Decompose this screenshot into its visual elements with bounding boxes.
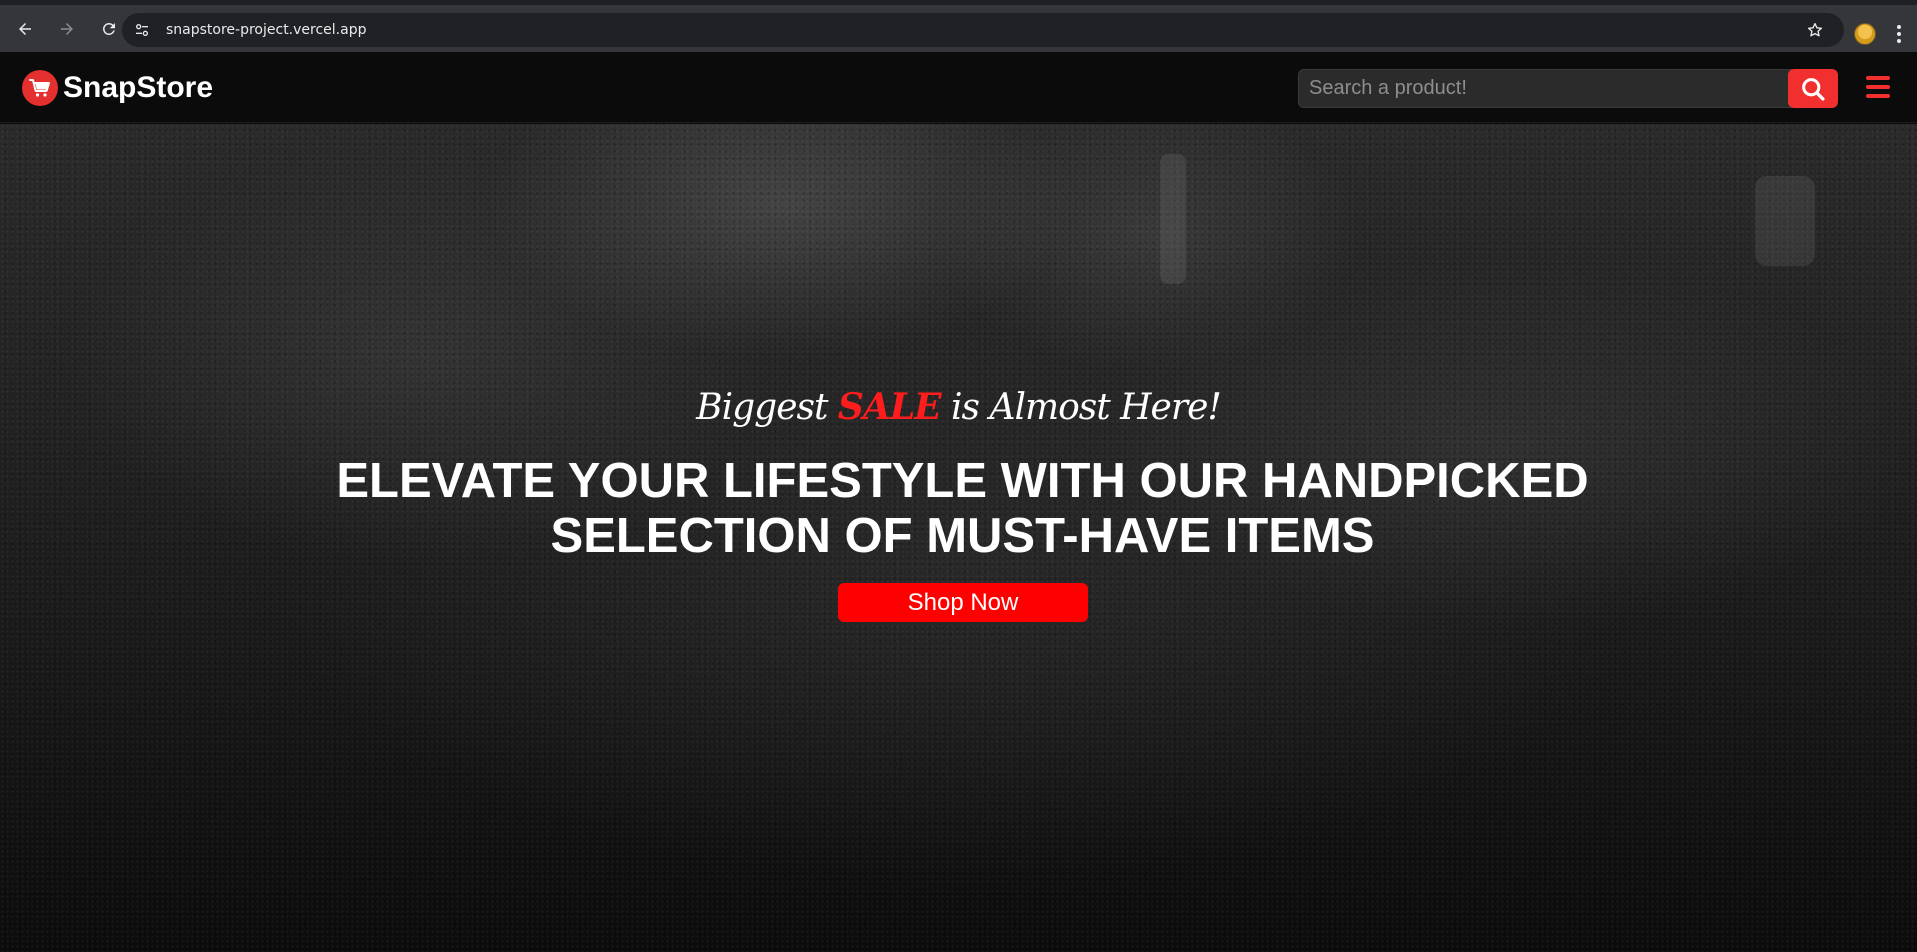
wall-stain [1160,154,1186,284]
hero-banner: Biggest SALE is Almost Here! ELEVATE YOU… [0,124,1917,952]
forward-button[interactable] [49,11,85,47]
address-bar[interactable]: snapstore-project.vercel.app [122,13,1844,47]
headline-line-2: SELECTION OF MUST-HAVE ITEMS [550,509,1375,563]
tagline-sale-word: SALE [837,386,942,428]
tune-icon[interactable] [130,18,154,42]
back-button[interactable] [7,11,43,47]
hero-headline: ELEVATE YOUR LIFESTYLE WITH OUR HANDPICK… [270,454,1655,564]
tagline-suffix: is Almost Here! [940,387,1222,428]
hamburger-menu-icon[interactable] [1866,76,1890,98]
shop-now-button[interactable]: Shop Now [838,583,1088,622]
wall-stain [1755,176,1815,266]
forward-arrow-icon [61,22,73,35]
search-icon [1802,77,1825,101]
search-input[interactable] [1298,69,1792,108]
profile-avatar[interactable] [1854,23,1876,45]
reload-icon [102,22,115,35]
browser-toolbar: snapstore-project.vercel.app [0,0,1917,52]
star-icon[interactable] [1804,19,1826,41]
headline-line-1: ELEVATE YOUR LIFESTYLE WITH OUR HANDPICK… [336,454,1589,508]
brand-name[interactable]: SnapStore [63,70,213,106]
hero-tagline: Biggest SALE is Almost Here! [0,386,1917,428]
tagline-prefix: Biggest [696,387,838,428]
cart-icon[interactable] [22,70,58,106]
site-header: SnapStore [0,52,1917,123]
browser-menu-icon[interactable] [1892,21,1906,47]
search-button[interactable] [1788,69,1838,108]
url-text[interactable]: snapstore-project.vercel.app [166,22,366,38]
back-arrow-icon [19,22,31,35]
